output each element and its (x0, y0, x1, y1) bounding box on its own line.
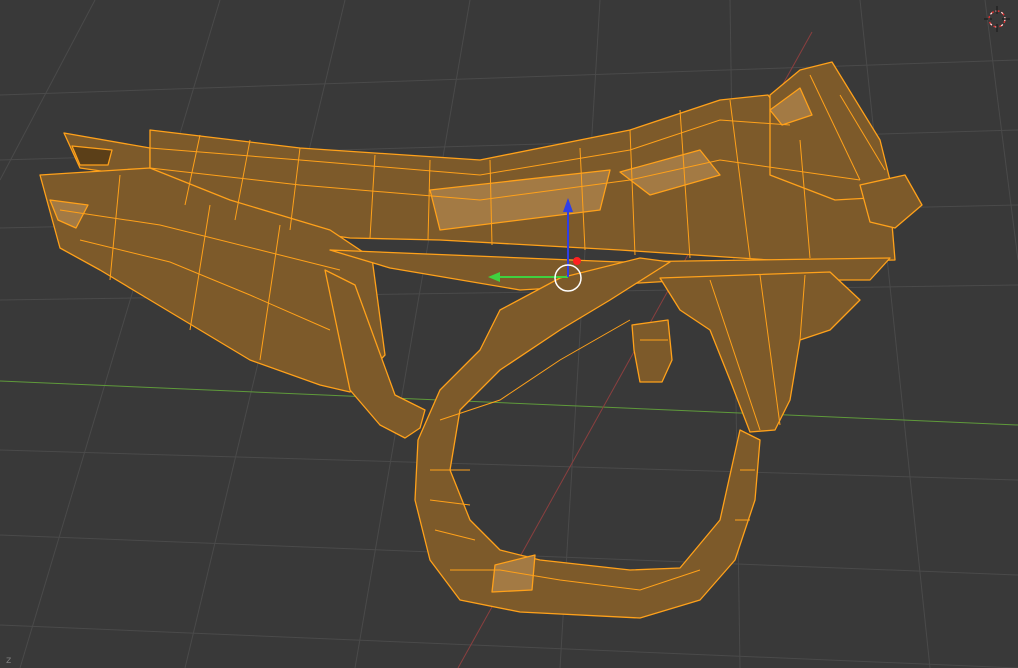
axis-corner-label: z (6, 655, 12, 666)
object-origin (573, 257, 581, 265)
rear-cap (859, 174, 923, 229)
view-navigator[interactable] (982, 4, 1012, 34)
3d-viewport[interactable]: z (0, 0, 1018, 668)
x-axis-line (0, 380, 1018, 426)
viewport-canvas[interactable] (0, 0, 1018, 668)
crosshair-icon[interactable] (982, 4, 1012, 34)
rear-sight (769, 61, 893, 201)
trigger (631, 319, 673, 383)
grip (659, 271, 861, 433)
